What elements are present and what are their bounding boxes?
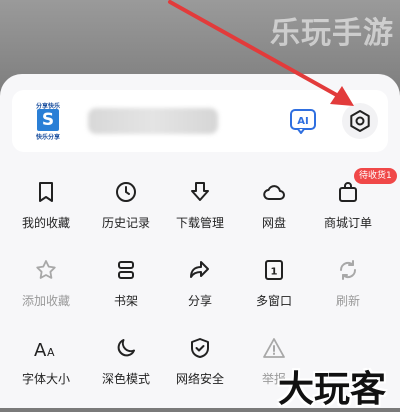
menu-item-downloads[interactable]: 下载管理: [160, 174, 240, 244]
settings-icon: [350, 110, 370, 132]
menu-item-label: 多窗口: [255, 294, 292, 308]
window-count: 1: [271, 267, 278, 278]
watermark-bottom: 大玩客: [278, 369, 387, 410]
menu-sheet: 分享快乐 S 快乐分享 AI 我的收藏 历史记录 下载管理 网盘 待收货1 商城…: [0, 74, 400, 408]
blurred-username: [88, 108, 218, 134]
moon-icon: [117, 339, 135, 357]
ai-label: AI: [297, 116, 308, 127]
menu-item-label: 分享: [187, 294, 212, 308]
account-header: 分享快乐 S 快乐分享 AI: [12, 90, 388, 152]
window-count-icon: 1: [265, 260, 283, 280]
menu-item-favorites[interactable]: 我的收藏: [6, 174, 86, 244]
menu-item-cloud-drive[interactable]: 网盘: [234, 174, 314, 244]
menu-item-label: 历史记录: [101, 216, 150, 230]
menu-item-label: 刷新: [335, 294, 360, 308]
svg-text:A: A: [34, 340, 47, 360]
download-icon: [191, 182, 209, 201]
warning-icon: [263, 338, 285, 358]
menu-item-share[interactable]: 分享: [160, 252, 240, 322]
star-icon: [36, 260, 56, 279]
menu-item-multi-window[interactable]: 1 多窗口: [234, 252, 314, 322]
logo-letter: S: [37, 109, 59, 131]
ai-assistant-button[interactable]: AI: [288, 106, 318, 136]
menu-item-history[interactable]: 历史记录: [86, 174, 166, 244]
clock-icon: [116, 182, 136, 202]
watermark-top: 乐玩手游: [270, 16, 394, 51]
cloud-icon: [263, 185, 285, 200]
menu-item-network-security[interactable]: 网络安全: [160, 330, 240, 400]
menu-item-orders[interactable]: 待收货1 商城订单: [308, 168, 397, 244]
logo-bottom-text: 快乐分享: [35, 134, 60, 141]
bookmark-icon: [39, 182, 53, 202]
menu-item-label: 字体大小: [21, 372, 70, 386]
refresh-icon: [339, 260, 357, 280]
pending-badge: 待收货1: [354, 168, 397, 184]
menu-item-bookshelf[interactable]: 书架: [86, 252, 166, 322]
ai-icon: AI: [290, 109, 316, 134]
menu-item-label: 我的收藏: [21, 216, 70, 230]
svg-text:A: A: [47, 346, 55, 359]
menu-item-label: 商城订单: [323, 216, 372, 230]
avatar[interactable]: 分享快乐 S 快乐分享: [28, 101, 68, 141]
menu-item-label: 添加收藏: [21, 294, 70, 308]
menu-item-label: 网盘: [261, 216, 286, 230]
font-size-icon: AA: [34, 340, 55, 360]
menu-item-label: 书架: [113, 294, 138, 308]
shopping-bag-icon: [339, 182, 357, 202]
menu-item-label: 网络安全: [175, 372, 224, 386]
shield-icon: [191, 338, 209, 358]
menu-item-refresh[interactable]: 刷新: [308, 252, 388, 322]
share-icon: [190, 261, 209, 278]
settings-button[interactable]: [342, 103, 378, 139]
bookshelf-icon: [118, 261, 134, 279]
menu-item-add-favorite[interactable]: 添加收藏: [6, 252, 86, 322]
menu-item-font-size[interactable]: AA 字体大小: [6, 330, 86, 400]
menu-item-label: 下载管理: [175, 216, 224, 230]
menu-item-dark-mode[interactable]: 深色模式: [86, 330, 166, 400]
menu-item-label: 深色模式: [101, 372, 150, 386]
